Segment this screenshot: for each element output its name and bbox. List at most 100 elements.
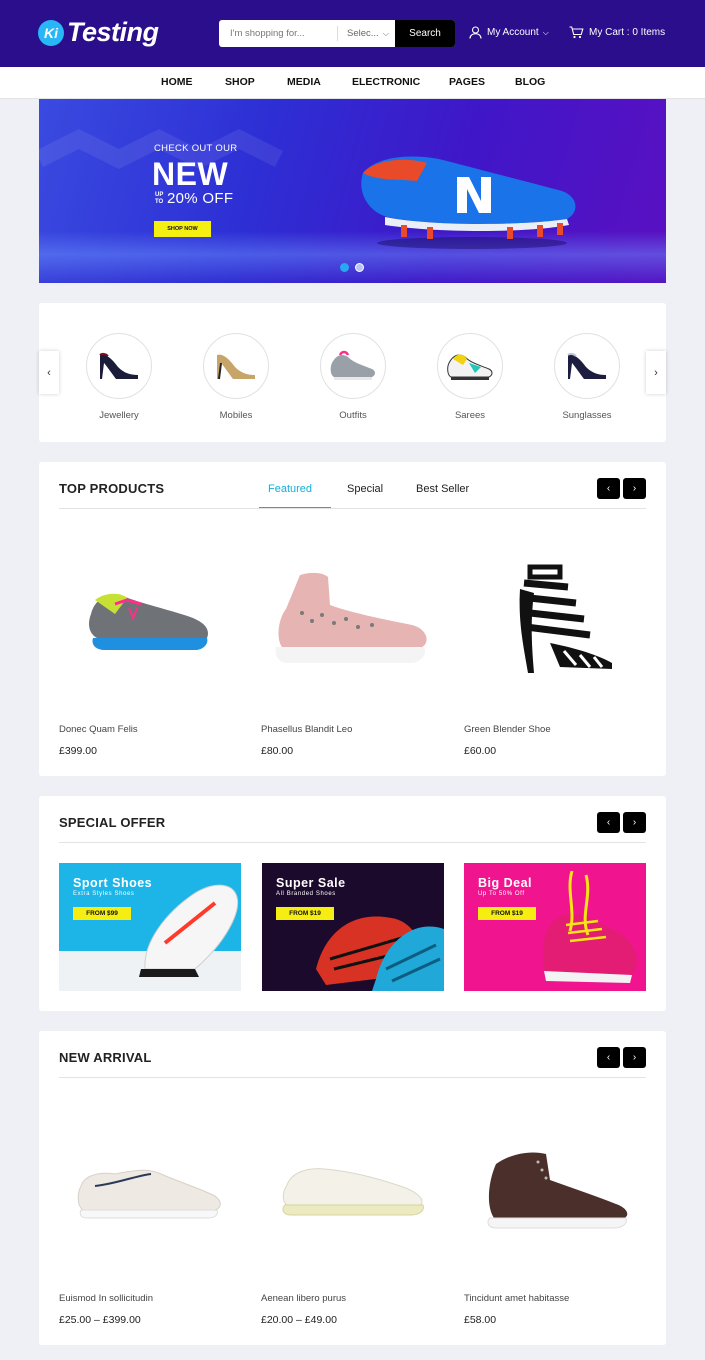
tab-special[interactable]: Special (347, 483, 383, 495)
banner-title: Super Sale (276, 876, 346, 890)
section-divider (59, 1077, 646, 1078)
offer-banner[interactable]: Sport Shoes Extra Styles Shoes FROM $99 (59, 863, 241, 991)
banner-subtitle: All Branded Shoes (276, 891, 336, 897)
product-price: £399.00 (59, 745, 97, 757)
banner-title: Sport Shoes (73, 876, 153, 890)
nav-item-media[interactable]: MEDIA (287, 76, 321, 88)
prev-button[interactable]: ‹ (597, 812, 620, 833)
sneaker-icon (447, 354, 493, 380)
hero-headline: NEW (152, 156, 229, 192)
site-header: Ki Testing Selec... ⌵ Search My Account … (0, 0, 705, 67)
category-carousel: ‹ Jewellery Mobiles Outfits Sarees Sungl… (39, 303, 666, 442)
chevron-right-icon: › (654, 366, 658, 379)
category-label: Mobiles (219, 410, 253, 421)
category-image (320, 333, 386, 399)
product-price: £25.00 – £399.00 (59, 1314, 141, 1326)
high-heel-icon (217, 354, 255, 380)
strappy-heel-image (519, 564, 612, 673)
hero-football-boot-image (361, 156, 576, 249)
product-card[interactable]: Euismod In sollicitudin £25.00 – £399.00 (59, 1103, 241, 1326)
product-card[interactable]: Aenean libero purus £20.00 – £49.00 (261, 1103, 443, 1326)
white-sneaker-image (77, 1169, 221, 1219)
cart-icon (569, 26, 584, 39)
slider-dot-active[interactable] (340, 263, 349, 272)
search-category-select[interactable]: Selec... ⌵ (337, 26, 395, 41)
chevron-left-icon: ‹ (606, 817, 611, 828)
chevron-right-icon: › (632, 483, 637, 494)
chevron-left-icon: ‹ (606, 1052, 611, 1063)
hero-offer: 20% OFF (167, 190, 234, 207)
cart-label: My Cart : 0 Items (589, 27, 666, 38)
nav-item-blog[interactable]: BLOG (515, 76, 545, 88)
nav-item-pages[interactable]: PAGES (449, 76, 485, 88)
offer-banner[interactable]: Super Sale All Branded Shoes FROM $19 (262, 863, 444, 991)
section-title: TOP PRODUCTS (59, 481, 165, 496)
search-bar: Selec... ⌵ Search (219, 20, 455, 47)
search-category-value: Selec... (347, 28, 379, 39)
logo[interactable]: Ki Testing (38, 17, 159, 48)
category-item[interactable]: Jewellery (86, 333, 152, 421)
slip-on-shoe-image (282, 1168, 424, 1216)
hero-shop-now-button[interactable]: SHOP NOW (154, 221, 211, 237)
category-image (86, 333, 152, 399)
sock-sneaker-image (275, 572, 427, 663)
banner-price-tag: FROM $99 (73, 907, 131, 920)
hero-eyebrow: CHECK OUT OUR (154, 143, 238, 154)
account-menu[interactable]: My Account ⌵ (469, 26, 549, 39)
product-image (261, 1103, 443, 1273)
category-prev-button[interactable]: ‹ (39, 351, 59, 394)
category-item[interactable]: Sarees (437, 333, 503, 421)
offer-banner[interactable]: Big Deal Up To 50% Off FROM $19 (464, 863, 646, 991)
running-shoe-image (89, 593, 208, 650)
product-card[interactable]: Phasellus Blandit Leo £80.00 (261, 534, 443, 757)
category-item[interactable]: Outfits (320, 333, 386, 421)
section-divider (59, 508, 646, 509)
banner-subtitle: Extra Styles Shoes (73, 891, 135, 897)
next-button[interactable]: › (623, 1047, 646, 1068)
banner-price-tag: FROM $19 (478, 907, 536, 920)
category-label: Sunglasses (562, 410, 612, 421)
category-label: Jewellery (99, 410, 139, 421)
product-card[interactable]: Green Blender Shoe £60.00 (464, 534, 646, 757)
search-input[interactable] (219, 20, 336, 47)
prev-button[interactable]: ‹ (597, 478, 620, 499)
next-button[interactable]: › (623, 478, 646, 499)
category-next-button[interactable]: › (646, 351, 666, 394)
product-card[interactable]: Donec Quam Felis £399.00 (59, 534, 241, 757)
logo-text: Testing (67, 17, 159, 47)
product-price: £80.00 (261, 745, 294, 757)
special-offer-section: SPECIAL OFFER ‹ › Sport Shoes Extra Styl… (39, 796, 666, 1011)
search-button[interactable]: Search (395, 20, 455, 47)
tab-featured[interactable]: Featured (268, 483, 312, 495)
big-deal-shoe-image (542, 871, 637, 983)
category-item[interactable]: Sunglasses (554, 333, 620, 421)
prev-button[interactable]: ‹ (597, 1047, 620, 1068)
next-button[interactable]: › (623, 812, 646, 833)
hero-slider[interactable]: CHECK OUT OUR NEW UP TO 20% OFF SHOP NOW (39, 99, 666, 283)
slider-dot[interactable] (355, 263, 364, 272)
category-image (554, 333, 620, 399)
category-item[interactable]: Mobiles (203, 333, 269, 421)
tab-best-seller[interactable]: Best Seller (416, 483, 469, 495)
nav-item-electronic[interactable]: ELECTRONIC (352, 76, 420, 88)
sneaker-icon (330, 350, 375, 380)
cart-button[interactable]: My Cart : 0 Items (569, 26, 665, 39)
top-products-section: TOP PRODUCTS Featured Special Best Selle… (39, 462, 666, 776)
brown-boot-image (487, 1152, 628, 1229)
high-heel-icon (567, 352, 606, 379)
category-label: Sarees (454, 410, 486, 421)
product-image (59, 534, 241, 704)
section-title: NEW ARRIVAL (59, 1050, 152, 1065)
high-heel-icon (99, 352, 138, 379)
product-image (464, 1103, 646, 1273)
banner-price-tag: FROM $19 (276, 907, 334, 920)
nav-item-home[interactable]: HOME (161, 76, 193, 88)
nav-item-shop[interactable]: SHOP (225, 76, 255, 88)
product-card[interactable]: Tincidunt amet habitasse £58.00 (464, 1103, 646, 1326)
section-divider (59, 842, 646, 843)
product-name: Aenean libero purus (261, 1293, 347, 1304)
product-image (261, 534, 443, 704)
chevron-right-icon: › (632, 817, 637, 828)
product-price: £20.00 – £49.00 (261, 1314, 337, 1326)
product-name: Phasellus Blandit Leo (261, 724, 353, 735)
